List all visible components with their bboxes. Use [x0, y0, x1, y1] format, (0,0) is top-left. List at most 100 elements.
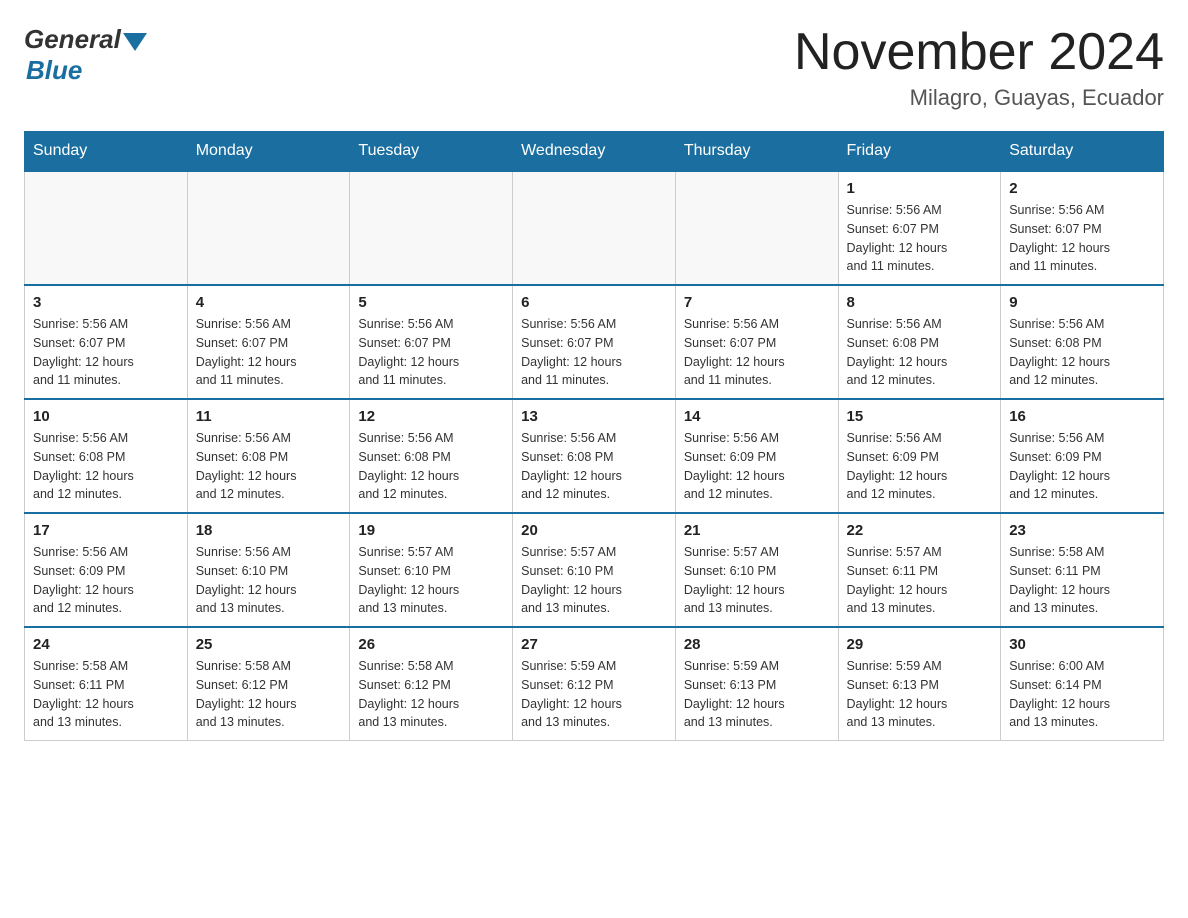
calendar-cell: 1 Sunrise: 5:56 AM Sunset: 6:07 PM Daylig… [838, 171, 1001, 285]
day-info: Sunrise: 5:57 AM Sunset: 6:10 PM Dayligh… [521, 543, 667, 618]
day-info: Sunrise: 5:56 AM Sunset: 6:07 PM Dayligh… [521, 315, 667, 390]
calendar-cell: 6 Sunrise: 5:56 AM Sunset: 6:07 PM Daylig… [513, 285, 676, 399]
day-info: Sunrise: 5:59 AM Sunset: 6:13 PM Dayligh… [847, 657, 993, 732]
day-info: Sunrise: 5:58 AM Sunset: 6:11 PM Dayligh… [33, 657, 179, 732]
day-number: 27 [521, 636, 667, 653]
day-number: 4 [196, 294, 342, 311]
day-number: 23 [1009, 522, 1155, 539]
day-info: Sunrise: 5:56 AM Sunset: 6:10 PM Dayligh… [196, 543, 342, 618]
day-number: 11 [196, 408, 342, 425]
day-info: Sunrise: 5:57 AM Sunset: 6:10 PM Dayligh… [358, 543, 504, 618]
day-number: 13 [521, 408, 667, 425]
day-info: Sunrise: 5:56 AM Sunset: 6:09 PM Dayligh… [684, 429, 830, 504]
day-info: Sunrise: 5:56 AM Sunset: 6:07 PM Dayligh… [847, 201, 993, 276]
title-section: November 2024 Milagro, Guayas, Ecuador [794, 24, 1164, 111]
calendar-cell: 9 Sunrise: 5:56 AM Sunset: 6:08 PM Daylig… [1001, 285, 1164, 399]
day-number: 15 [847, 408, 993, 425]
calendar-cell [513, 171, 676, 285]
calendar-cell: 19 Sunrise: 5:57 AM Sunset: 6:10 PM Dayli… [350, 513, 513, 627]
day-number: 21 [684, 522, 830, 539]
calendar-cell [675, 171, 838, 285]
day-number: 1 [847, 180, 993, 197]
calendar-cell: 10Sunrise: 5:56 AM Sunset: 6:08 PM Dayli… [25, 399, 188, 513]
day-info: Sunrise: 5:56 AM Sunset: 6:08 PM Dayligh… [1009, 315, 1155, 390]
day-info: Sunrise: 5:56 AM Sunset: 6:07 PM Dayligh… [358, 315, 504, 390]
calendar-week-row: 10 Sunrise: 5:56 AM Sunset: 6:08 PM Dayli… [25, 399, 1164, 513]
day-info: Sunrise: 5:58 AM Sunset: 6:11 PM Dayligh… [1009, 543, 1155, 618]
calendar-cell: 11 Sunrise: 5:56 AM Sunset: 6:08 PM Dayli… [187, 399, 350, 513]
calendar-cell: 13 Sunrise: 5:56 AM Sunset: 6:08 PM Dayli… [513, 399, 676, 513]
day-number: 3 [33, 294, 179, 311]
calendar-cell: 18 Sunrise: 5:56 AM Sunset: 6:10 PM Dayli… [187, 513, 350, 627]
day-number: 10 [33, 408, 179, 425]
calendar-cell: 20 Sunrise: 5:57 AM Sunset: 6:10 PM Dayli… [513, 513, 676, 627]
calendar-cell: 27 Sunrise: 5:59 AM Sunset: 6:12 PM Dayli… [513, 627, 676, 741]
logo-general-text: General [24, 24, 121, 55]
calendar-week-row: 17 Sunrise: 5:56 AM Sunset: 6:09 PM Dayli… [25, 513, 1164, 627]
page-header: General Blue November 2024 Milagro, Guay… [24, 24, 1164, 111]
day-number: 28 [684, 636, 830, 653]
day-number: 30 [1009, 636, 1155, 653]
calendar-cell: 26Sunrise: 5:58 AM Sunset: 6:12 PM Dayli… [350, 627, 513, 741]
day-info: Sunrise: 5:56 AM Sunset: 6:08 PM Dayligh… [196, 429, 342, 504]
column-header-friday: Friday [838, 132, 1001, 172]
calendar-cell: 5 Sunrise: 5:56 AM Sunset: 6:07 PM Daylig… [350, 285, 513, 399]
day-number: 19 [358, 522, 504, 539]
day-info: Sunrise: 5:56 AM Sunset: 6:08 PM Dayligh… [358, 429, 504, 504]
column-header-sunday: Sunday [25, 132, 188, 172]
day-number: 9 [1009, 294, 1155, 311]
day-number: 18 [196, 522, 342, 539]
day-info: Sunrise: 5:57 AM Sunset: 6:11 PM Dayligh… [847, 543, 993, 618]
calendar-cell: 28Sunrise: 5:59 AM Sunset: 6:13 PM Dayli… [675, 627, 838, 741]
day-number: 25 [196, 636, 342, 653]
day-number: 12 [358, 408, 504, 425]
day-info: Sunrise: 5:59 AM Sunset: 6:12 PM Dayligh… [521, 657, 667, 732]
day-number: 6 [521, 294, 667, 311]
calendar-cell [350, 171, 513, 285]
calendar-week-row: 3 Sunrise: 5:56 AM Sunset: 6:07 PM Daylig… [25, 285, 1164, 399]
day-info: Sunrise: 5:58 AM Sunset: 6:12 PM Dayligh… [196, 657, 342, 732]
column-header-monday: Monday [187, 132, 350, 172]
calendar-cell: 7Sunrise: 5:56 AM Sunset: 6:07 PM Daylig… [675, 285, 838, 399]
calendar-week-row: 1 Sunrise: 5:56 AM Sunset: 6:07 PM Daylig… [25, 171, 1164, 285]
day-number: 29 [847, 636, 993, 653]
day-number: 14 [684, 408, 830, 425]
logo: General Blue [24, 24, 147, 86]
column-header-tuesday: Tuesday [350, 132, 513, 172]
day-info: Sunrise: 5:56 AM Sunset: 6:09 PM Dayligh… [847, 429, 993, 504]
day-info: Sunrise: 5:56 AM Sunset: 6:09 PM Dayligh… [33, 543, 179, 618]
column-header-thursday: Thursday [675, 132, 838, 172]
day-number: 5 [358, 294, 504, 311]
day-number: 8 [847, 294, 993, 311]
calendar-cell: 24 Sunrise: 5:58 AM Sunset: 6:11 PM Dayli… [25, 627, 188, 741]
day-number: 20 [521, 522, 667, 539]
calendar-cell: 16Sunrise: 5:56 AM Sunset: 6:09 PM Dayli… [1001, 399, 1164, 513]
calendar-cell: 12 Sunrise: 5:56 AM Sunset: 6:08 PM Dayli… [350, 399, 513, 513]
location-text: Milagro, Guayas, Ecuador [794, 85, 1164, 111]
day-info: Sunrise: 6:00 AM Sunset: 6:14 PM Dayligh… [1009, 657, 1155, 732]
calendar-cell: 21 Sunrise: 5:57 AM Sunset: 6:10 PM Dayli… [675, 513, 838, 627]
day-number: 24 [33, 636, 179, 653]
calendar-cell: 30 Sunrise: 6:00 AM Sunset: 6:14 PM Dayli… [1001, 627, 1164, 741]
calendar-cell: 4 Sunrise: 5:56 AM Sunset: 6:07 PM Daylig… [187, 285, 350, 399]
day-number: 17 [33, 522, 179, 539]
logo-blue-text: Blue [26, 55, 82, 86]
column-header-saturday: Saturday [1001, 132, 1164, 172]
day-number: 2 [1009, 180, 1155, 197]
day-number: 7 [684, 294, 830, 311]
calendar-cell: 17 Sunrise: 5:56 AM Sunset: 6:09 PM Dayli… [25, 513, 188, 627]
calendar-week-row: 24 Sunrise: 5:58 AM Sunset: 6:11 PM Dayli… [25, 627, 1164, 741]
calendar-cell: 25 Sunrise: 5:58 AM Sunset: 6:12 PM Dayli… [187, 627, 350, 741]
calendar-cell: 3Sunrise: 5:56 AM Sunset: 6:07 PM Daylig… [25, 285, 188, 399]
month-title: November 2024 [794, 24, 1164, 81]
column-header-wednesday: Wednesday [513, 132, 676, 172]
calendar-cell: 14 Sunrise: 5:56 AM Sunset: 6:09 PM Dayli… [675, 399, 838, 513]
calendar-cell: 23 Sunrise: 5:58 AM Sunset: 6:11 PM Dayli… [1001, 513, 1164, 627]
day-info: Sunrise: 5:56 AM Sunset: 6:08 PM Dayligh… [847, 315, 993, 390]
day-info: Sunrise: 5:57 AM Sunset: 6:10 PM Dayligh… [684, 543, 830, 618]
day-info: Sunrise: 5:56 AM Sunset: 6:09 PM Dayligh… [1009, 429, 1155, 504]
calendar-cell: 2Sunrise: 5:56 AM Sunset: 6:07 PM Daylig… [1001, 171, 1164, 285]
day-info: Sunrise: 5:56 AM Sunset: 6:07 PM Dayligh… [196, 315, 342, 390]
day-info: Sunrise: 5:56 AM Sunset: 6:08 PM Dayligh… [521, 429, 667, 504]
calendar-cell: 15 Sunrise: 5:56 AM Sunset: 6:09 PM Dayli… [838, 399, 1001, 513]
